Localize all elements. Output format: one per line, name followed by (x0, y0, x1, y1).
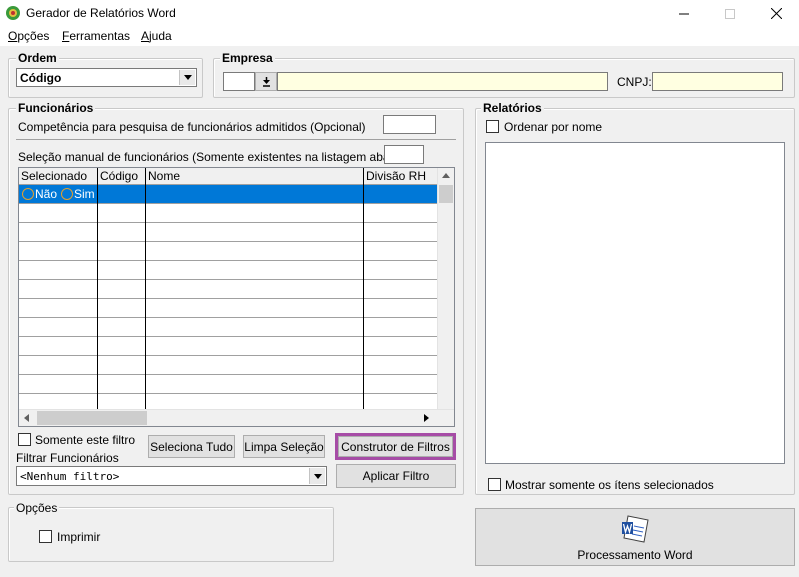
filtrar-label: Filtrar Funcionários (16, 451, 119, 465)
table-row[interactable]: Não Sim (19, 185, 437, 204)
grid-vertical-scrollbar[interactable] (437, 168, 454, 409)
scroll-left-icon[interactable] (24, 414, 29, 422)
ordem-dropdown-button[interactable] (179, 70, 195, 85)
menu-opcoes[interactable]: Opções (8, 29, 49, 43)
ordem-title: Ordem (16, 51, 59, 65)
column-separator (97, 185, 98, 409)
table-row[interactable] (19, 318, 437, 337)
aplicar-filtro-button[interactable]: Aplicar Filtro (336, 464, 456, 488)
close-icon (770, 8, 782, 19)
radio-sim[interactable] (61, 188, 73, 200)
table-row[interactable] (19, 261, 437, 280)
imprimir-label: Imprimir (57, 530, 101, 544)
table-row[interactable] (19, 375, 437, 394)
chevron-down-icon (313, 473, 322, 479)
table-row[interactable] (19, 204, 437, 223)
competencia-field[interactable] (383, 115, 436, 134)
somente-filtro-label: Somente este filtro (35, 433, 136, 447)
cnpj-label: CNPJ: (617, 75, 652, 89)
table-row[interactable] (19, 223, 437, 242)
opcoes-title: Opções (14, 501, 60, 515)
ordem-selected-value: Código (20, 70, 62, 85)
word-document-icon (622, 515, 649, 543)
filtro-selected-value: <Nenhum filtro> (20, 469, 120, 483)
minimize-icon (679, 13, 689, 14)
download-arrow-icon (262, 76, 270, 87)
competencia-label: Competência para pesquisa de funcionário… (18, 120, 366, 134)
table-row[interactable] (19, 337, 437, 356)
table-row[interactable] (19, 299, 437, 318)
table-row[interactable] (19, 280, 437, 299)
funcionarios-grid[interactable]: Selecionado Código Nome Divisão RH Não S… (18, 167, 455, 427)
relatorios-list[interactable] (485, 142, 785, 464)
selecao-label: Seleção manual de funcionários (Somente … (18, 150, 423, 164)
maximize-button[interactable] (707, 0, 753, 27)
separator-line (16, 139, 456, 140)
ordem-select[interactable]: Código (16, 68, 197, 87)
funcionarios-title: Funcionários (16, 101, 96, 115)
vertical-scroll-thumb[interactable] (439, 185, 453, 203)
relatorios-title: Relatórios (481, 101, 544, 115)
column-header-selecionado[interactable]: Selecionado (19, 168, 98, 185)
radio-nao-label: Não (35, 187, 58, 201)
grid-horizontal-scrollbar[interactable] (19, 409, 454, 426)
scroll-right-icon[interactable] (424, 414, 429, 422)
mostrar-selecionados-checkbox[interactable] (488, 478, 501, 491)
close-button[interactable] (753, 0, 799, 27)
empresa-name-field[interactable] (277, 72, 608, 91)
mostrar-selecionados-label: Mostrar somente os ítens selecionados (505, 478, 714, 492)
ordenar-label: Ordenar por nome (504, 120, 603, 134)
empresa-lookup-button[interactable] (255, 72, 277, 91)
chevron-down-icon (183, 75, 192, 80)
column-separator (145, 185, 146, 409)
horizontal-scroll-thumb[interactable] (37, 411, 147, 425)
maximize-icon (725, 8, 735, 19)
minimize-button[interactable] (661, 0, 707, 27)
filtro-select[interactable]: <Nenhum filtro> (16, 466, 327, 486)
processamento-word-label: Processamento Word (577, 548, 693, 562)
menu-ferramentas[interactable]: Ferramentas (62, 29, 130, 43)
imprimir-checkbox[interactable] (39, 530, 52, 543)
radio-nao[interactable] (22, 188, 34, 200)
ordenar-checkbox[interactable] (486, 120, 499, 133)
seleciona-tudo-button[interactable]: Seleciona Tudo (148, 435, 235, 458)
menu-ajuda[interactable]: Ajuda (141, 29, 172, 43)
empresa-code-field[interactable] (223, 72, 255, 91)
table-row[interactable] (19, 242, 437, 261)
construtor-filtros-button[interactable]: Construtor de Filtros (338, 436, 453, 457)
column-separator (363, 185, 364, 409)
processamento-word-button[interactable]: Processamento Word (475, 508, 795, 566)
grid-header: Selecionado Código Nome Divisão RH (19, 168, 437, 185)
column-header-codigo[interactable]: Código (98, 168, 146, 185)
scroll-up-icon[interactable] (442, 173, 450, 178)
table-row[interactable] (19, 356, 437, 375)
radio-sim-label: Sim (74, 187, 95, 201)
empresa-title: Empresa (220, 51, 275, 65)
app-icon (6, 6, 20, 20)
somente-filtro-checkbox[interactable] (18, 433, 31, 446)
window-title: Gerador de Relatórios Word (26, 6, 176, 20)
filtro-dropdown-button[interactable] (309, 468, 325, 484)
limpa-selecao-button[interactable]: Limpa Seleção (243, 435, 325, 458)
cnpj-field[interactable] (652, 72, 783, 91)
selecao-field[interactable] (384, 145, 424, 164)
column-header-divisao[interactable]: Divisão RH (364, 168, 437, 185)
column-header-nome[interactable]: Nome (146, 168, 364, 185)
